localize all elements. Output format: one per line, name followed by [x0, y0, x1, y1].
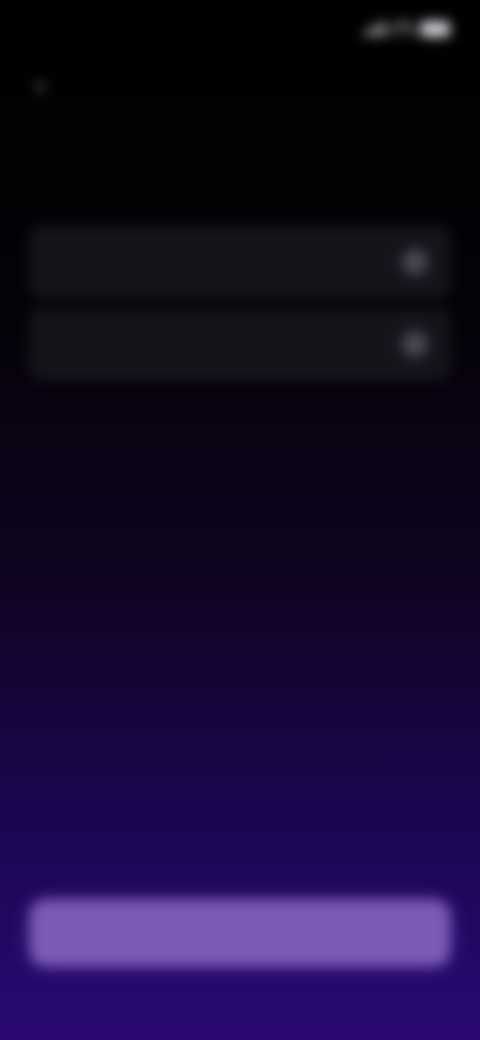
toggle-icon[interactable] — [402, 249, 428, 275]
option-row-2[interactable] — [30, 308, 450, 380]
toggle-icon[interactable] — [402, 331, 428, 357]
back-arrow-icon[interactable]: ‹ — [36, 72, 58, 98]
status-bar — [30, 14, 450, 44]
option-row-1[interactable] — [30, 226, 450, 298]
status-icons — [364, 21, 450, 37]
battery-icon — [420, 21, 450, 37]
signal-icon — [364, 22, 386, 36]
primary-button[interactable] — [30, 900, 450, 966]
blurred-screen: ‹ — [0, 0, 480, 1040]
wifi-icon — [394, 22, 412, 36]
